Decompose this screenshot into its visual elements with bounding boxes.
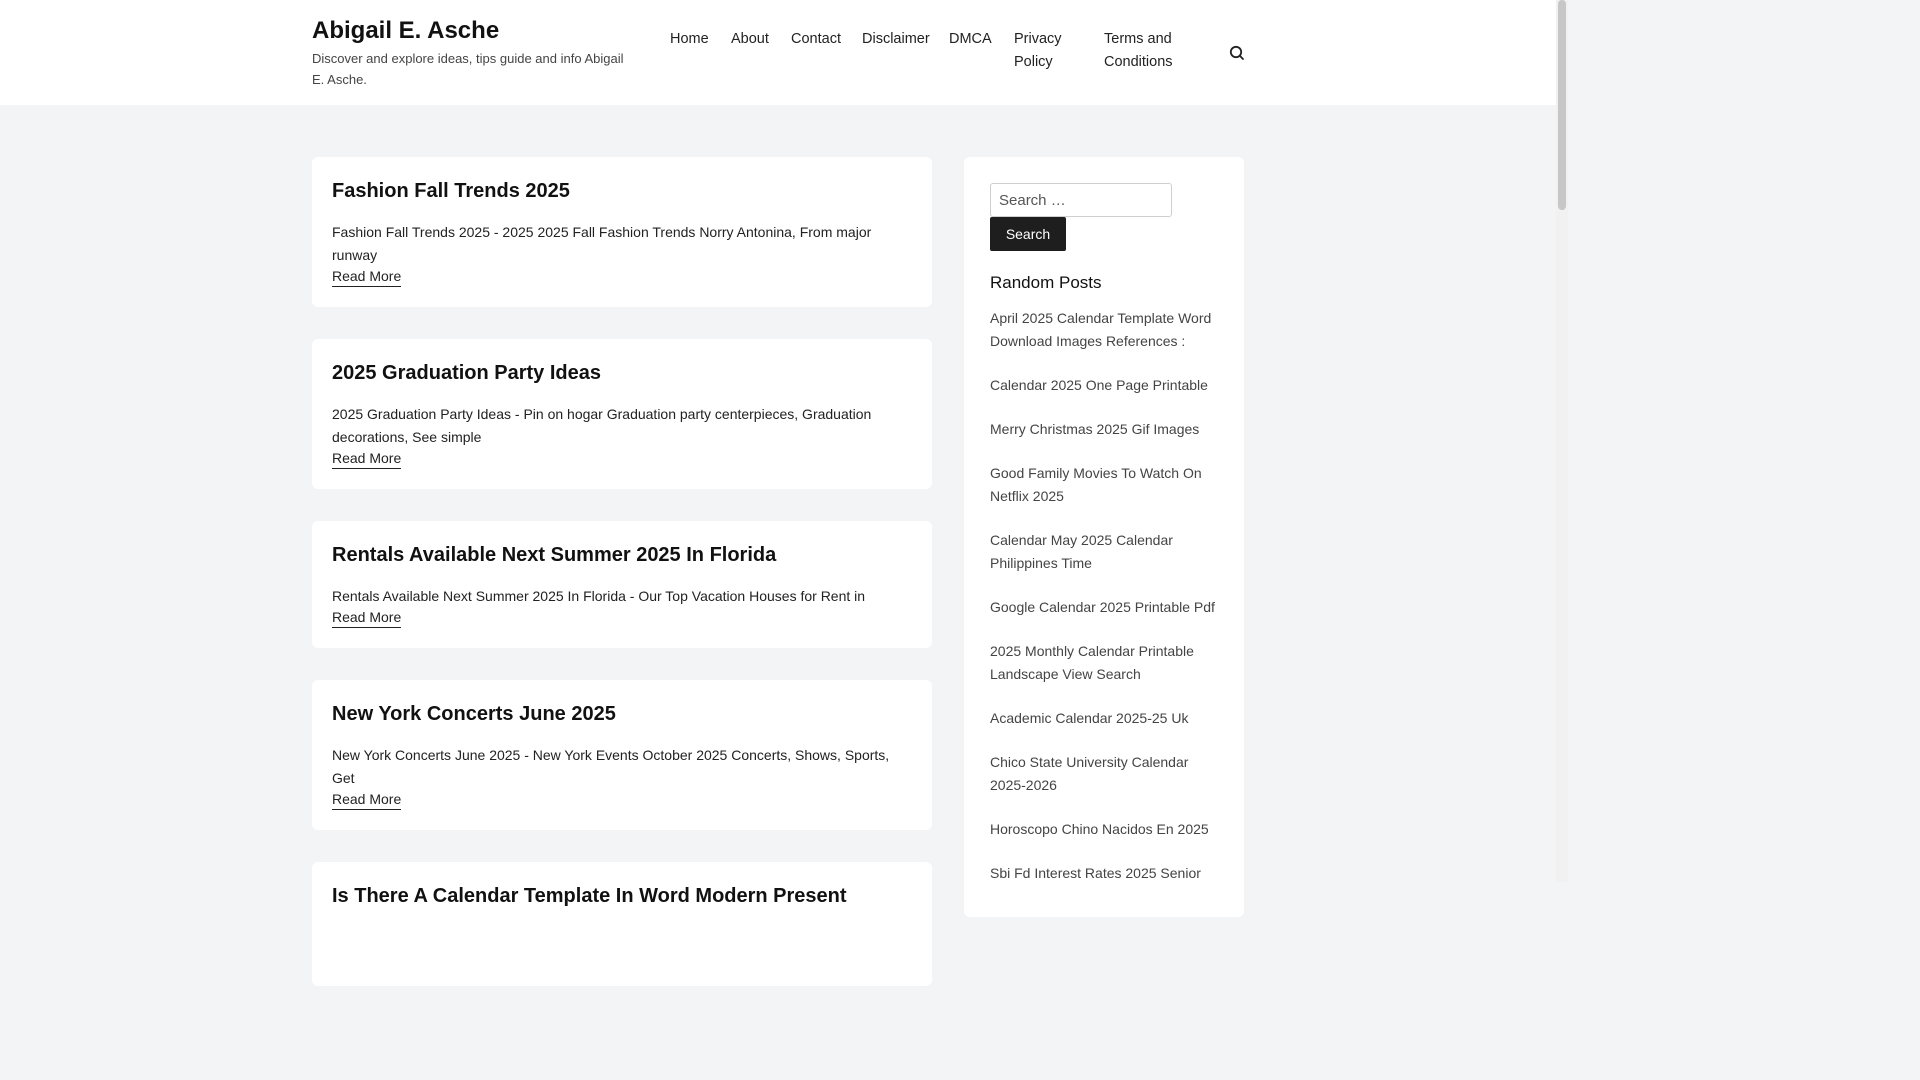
nav-item-disclaimer[interactable]: Disclaimer xyxy=(862,28,930,51)
post-card: Fashion Fall Trends 2025 Fashion Fall Tr… xyxy=(312,157,932,307)
scrollbar-thumb[interactable] xyxy=(1558,0,1566,210)
random-post-link[interactable]: Horoscopo Chino Nacidos En 2025 xyxy=(990,821,1209,837)
post-title[interactable]: New York Concerts June 2025 xyxy=(332,703,616,725)
random-post-link[interactable]: April 2025 Calendar Template Word Downlo… xyxy=(990,310,1211,349)
post-card: New York Concerts June 2025 New York Con… xyxy=(312,680,932,830)
random-post-link[interactable]: Calendar May 2025 Calendar Philippines T… xyxy=(990,532,1173,571)
nav-item-about[interactable]: About xyxy=(731,28,769,51)
read-more-link[interactable]: Read More xyxy=(332,267,402,287)
post-card: Is There A Calendar Template In Word Mod… xyxy=(312,862,932,986)
random-post-link[interactable]: Calendar 2025 One Page Printable xyxy=(990,377,1208,393)
main-navigation: Home About Contact Disclaimer DMCA Priva… xyxy=(0,28,1556,78)
search-form: Search xyxy=(990,183,1218,251)
nav-item-dmca[interactable]: DMCA xyxy=(949,28,992,51)
post-card: Rentals Available Next Summer 2025 In Fl… xyxy=(312,521,932,648)
random-posts-title: Random Posts xyxy=(990,273,1102,292)
nav-item-contact[interactable]: Contact xyxy=(791,28,841,51)
random-post-link[interactable]: Sbi Fd Interest Rates 2025 Senior xyxy=(990,865,1201,881)
post-excerpt: New York Concerts June 2025 - New York E… xyxy=(332,747,890,786)
search-icon[interactable] xyxy=(1227,43,1247,63)
random-post-link[interactable]: 2025 Monthly Calendar Printable Landscap… xyxy=(990,643,1194,682)
random-post-link[interactable]: Google Calendar 2025 Printable Pdf xyxy=(990,599,1215,615)
search-button[interactable]: Search xyxy=(990,217,1066,251)
read-more-link[interactable]: Read More xyxy=(332,608,402,628)
post-title[interactable]: Is There A Calendar Template In Word Mod… xyxy=(332,885,847,907)
post-excerpt: Rentals Available Next Summer 2025 In Fl… xyxy=(332,588,866,604)
read-more-link[interactable]: Read More xyxy=(332,790,402,810)
random-post-link[interactable]: Good Family Movies To Watch On Netflix 2… xyxy=(990,465,1202,504)
page-scrollbar[interactable] xyxy=(1556,0,1568,882)
nav-item-privacy-policy[interactable]: Privacy Policy xyxy=(1014,28,1076,74)
post-title[interactable]: 2025 Graduation Party Ideas xyxy=(332,362,601,384)
random-posts-list: April 2025 Calendar Template Word Downlo… xyxy=(990,307,1218,885)
post-list: Fashion Fall Trends 2025 Fashion Fall Tr… xyxy=(312,157,932,1018)
random-post-link[interactable]: Chico State University Calendar 2025-202… xyxy=(990,754,1188,793)
nav-item-home[interactable]: Home xyxy=(670,28,709,51)
post-title[interactable]: Rentals Available Next Summer 2025 In Fl… xyxy=(332,544,776,566)
search-input[interactable] xyxy=(990,183,1172,217)
random-post-link[interactable]: Merry Christmas 2025 Gif Images xyxy=(990,421,1199,437)
post-excerpt: 2025 Graduation Party Ideas - Pin on hog… xyxy=(332,406,872,445)
post-title[interactable]: Fashion Fall Trends 2025 xyxy=(332,180,570,202)
read-more-link[interactable]: Read More xyxy=(332,449,402,469)
nav-item-terms-and-conditions[interactable]: Terms and Conditions xyxy=(1104,28,1194,74)
site-header: Abigail E. Asche Discover and explore id… xyxy=(0,0,1556,105)
sidebar: Search Random Posts April 2025 Calendar … xyxy=(964,157,1244,917)
post-excerpt: Fashion Fall Trends 2025 - 2025 2025 Fal… xyxy=(332,224,872,263)
random-post-link[interactable]: Academic Calendar 2025-25 Uk xyxy=(990,710,1188,726)
post-card: 2025 Graduation Party Ideas 2025 Graduat… xyxy=(312,339,932,489)
